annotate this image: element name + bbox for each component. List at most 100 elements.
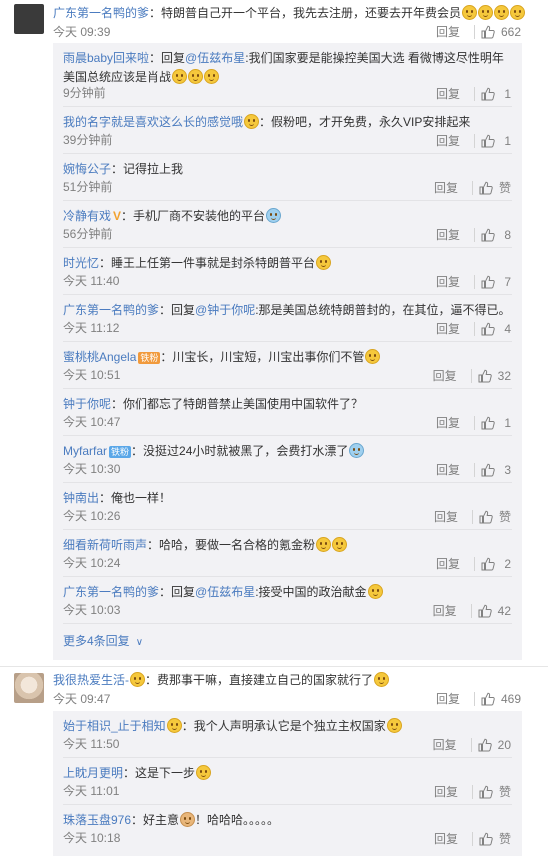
reply-username[interactable]: 广东第一名鸭的爹 [63, 585, 159, 599]
reply-time: 今天 10:47 [63, 415, 121, 429]
thumbs-up-icon[interactable] [481, 87, 495, 101]
reply-actions: 回复 2 [430, 557, 511, 571]
reply-button[interactable]: 回复 [430, 463, 466, 477]
reply-actions: 回复 赞 [428, 510, 511, 524]
reply-username[interactable]: 蜜桃桃Angela [63, 350, 136, 364]
action-divider [474, 228, 475, 242]
like-count[interactable]: 3 [501, 463, 511, 477]
reply-time: 今天 11:12 [63, 321, 120, 335]
comment-username[interactable]: 我很热爱生活- [53, 673, 129, 687]
thumbs-up-icon[interactable] [479, 181, 493, 195]
like-count[interactable]: 662 [501, 24, 521, 40]
reply-username[interactable]: 我的名字就是喜欢这么长的感觉哦 [63, 115, 243, 129]
like-count[interactable]: 32 [498, 369, 511, 383]
reply-actions: 回复 赞 [428, 832, 511, 846]
thumbs-up-icon[interactable] [481, 275, 495, 289]
reply-button[interactable]: 回复 [428, 832, 464, 846]
like-count[interactable]: 42 [498, 604, 511, 618]
thumbs-up-icon[interactable] [479, 785, 493, 799]
reply-username[interactable]: 广东第一名鸭的爹 [63, 303, 159, 317]
reply-username[interactable]: 钟于你呢 [63, 397, 111, 411]
thumbs-up-icon[interactable] [481, 463, 495, 477]
reply-mention[interactable]: @伍兹布星 [195, 585, 255, 599]
like-count[interactable]: 1 [501, 134, 511, 148]
thumbs-up-icon[interactable] [478, 738, 492, 752]
comment-actions: 回复 662 [430, 24, 521, 40]
thumbs-up-icon[interactable] [478, 369, 492, 383]
reply-button[interactable]: 回复 [430, 416, 466, 430]
reply-button[interactable]: 回复 [427, 604, 463, 618]
reply-mention[interactable]: @伍兹布星 [185, 51, 245, 65]
action-divider [471, 510, 473, 524]
reply-button[interactable]: 回复 [428, 510, 464, 524]
reply-text-line: 上眈月更明：这是下一步 [63, 764, 512, 782]
reply-actions: 回复 1 [430, 134, 511, 148]
like-count[interactable]: 7 [501, 275, 511, 289]
comment-text: ：费那事干嘛，直接建立自己的国家就行了 [145, 673, 374, 687]
reply-username[interactable]: 雨晨baby回来啦 [63, 51, 149, 65]
reply-button[interactable]: 回复 [427, 738, 463, 752]
thumbs-up-icon[interactable] [481, 692, 495, 706]
reply-item: 钟南出：俺也一样！ 今天 10:26 回复 赞 [53, 483, 522, 530]
reply-username[interactable]: 冷静有戏 [63, 209, 111, 223]
like-count[interactable]: 1 [501, 416, 511, 430]
like-count[interactable]: 赞 [499, 181, 511, 195]
reply-button[interactable]: 回复 [430, 24, 466, 40]
reply-button[interactable]: 回复 [430, 322, 466, 336]
reply-actions: 回复 4 [430, 322, 511, 336]
thumbs-up-icon[interactable] [478, 604, 492, 618]
like-count[interactable]: 469 [501, 691, 521, 707]
like-count[interactable]: 1 [501, 87, 511, 101]
more-replies-link[interactable]: 更多4条回复 ∨ [63, 632, 143, 652]
like-count[interactable]: 2 [501, 557, 511, 571]
like-count[interactable]: 8 [501, 228, 511, 242]
thumbs-up-icon[interactable] [479, 832, 493, 846]
reply-text-line: 钟南出：俺也一样！ [63, 489, 512, 507]
action-divider [474, 87, 475, 101]
like-count[interactable]: 赞 [499, 832, 511, 846]
reply-actions: 回复 赞 [428, 785, 511, 799]
reply-username[interactable]: 始于相识_止于相知 [63, 719, 166, 733]
reply-username[interactable]: Myfarfar [63, 444, 107, 458]
thumbs-up-icon[interactable] [481, 557, 495, 571]
thumbs-up-icon[interactable] [479, 510, 493, 524]
like-count[interactable]: 赞 [499, 785, 511, 799]
thumbs-up-icon[interactable] [481, 25, 495, 39]
thumbs-up-icon[interactable] [481, 322, 495, 336]
thumbs-up-icon[interactable] [481, 134, 495, 148]
reply-username[interactable]: 婉悔公子 [63, 162, 111, 176]
avatar[interactable] [14, 673, 44, 703]
reply-actions: 回复 20 [427, 738, 511, 752]
like-count[interactable]: 4 [501, 322, 511, 336]
reply-username[interactable]: 上眈月更明 [63, 766, 123, 780]
thumbs-up-icon[interactable] [481, 228, 495, 242]
reply-button[interactable]: 回复 [427, 369, 463, 383]
reply-button[interactable]: 回复 [430, 134, 466, 148]
reply-username[interactable]: 细看新荷听雨声 [63, 538, 147, 552]
reply-text: ：假粉吧，才开免费，永久VIP安排起来 [259, 115, 471, 129]
reply-text-2: :接受中国的政治献金 [255, 585, 367, 599]
reply-button[interactable]: 回复 [428, 181, 464, 195]
like-count[interactable]: 赞 [499, 510, 511, 524]
reply-time: 今天 10:26 [63, 509, 121, 523]
reply-text-line: 珠落玉盘976：好主意 ！哈哈哈。。。。。 [63, 811, 512, 829]
reply-mention[interactable]: @钟于你呢 [195, 303, 255, 317]
reply-actions: 回复 3 [430, 463, 511, 477]
reply-button[interactable]: 回复 [430, 557, 466, 571]
reply-button[interactable]: 回复 [428, 785, 464, 799]
reply-button[interactable]: 回复 [430, 87, 466, 101]
reply-username[interactable]: 钟南出 [63, 491, 99, 505]
avatar[interactable] [14, 4, 44, 34]
reply-text: ：这是下一步 [123, 766, 196, 780]
thumbs-up-icon[interactable] [481, 416, 495, 430]
reply-button[interactable]: 回复 [430, 275, 466, 289]
reply-button[interactable]: 回复 [430, 228, 466, 242]
like-count[interactable]: 20 [498, 738, 511, 752]
reply-text: ：你们都忘了特朗普禁止美国使用中国软件了？ [111, 397, 364, 411]
reply-username[interactable]: 时光忆 [63, 256, 99, 270]
reply-button[interactable]: 回复 [430, 691, 466, 707]
comment-username[interactable]: 广东第一名鸭的爹 [53, 6, 149, 20]
reply-username[interactable]: 珠落玉盘976 [63, 813, 131, 827]
reply-item: 冷静有戏 V：手机厂商不安装他的平台 56分钟前 回复 8 [53, 201, 522, 248]
reply-item: 婉悔公子：记得拉上我 51分钟前 回复 赞 [53, 154, 522, 201]
